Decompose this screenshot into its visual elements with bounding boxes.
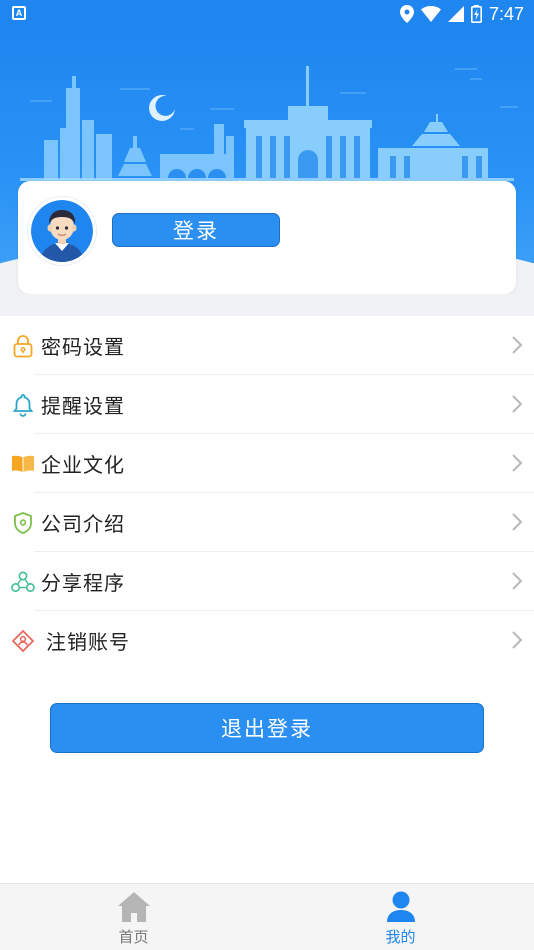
menu-item-password-settings[interactable]: 密码设置 (0, 316, 534, 375)
menu-item-label: 公司介绍 (41, 512, 125, 536)
user-icon (386, 891, 415, 922)
shield-icon (11, 511, 35, 535)
login-button[interactable]: 登录 (112, 213, 280, 247)
user-avatar-icon[interactable] (28, 197, 96, 265)
settings-menu: 密码设置 提醒设置 企业文化 公司介绍 分享程序 注销账号 (0, 316, 534, 670)
tab-label: 首页 (118, 928, 149, 946)
user-diamond-icon (11, 629, 35, 653)
section-separator (0, 294, 534, 316)
chevron-right-icon (512, 513, 523, 531)
status-bar: A 7:47 (0, 0, 534, 28)
bell-icon (11, 393, 35, 417)
menu-item-company-intro[interactable]: 公司介绍 (0, 493, 534, 552)
logout-button[interactable]: 退出登录 (50, 703, 484, 753)
status-icons: 7:47 (399, 3, 524, 25)
menu-item-label: 提醒设置 (41, 394, 125, 418)
tab-home[interactable]: 首页 (0, 884, 267, 950)
menu-item-label: 密码设置 (41, 335, 125, 359)
clock: 7:47 (488, 3, 524, 24)
menu-item-corporate-culture[interactable]: 企业文化 (0, 434, 534, 493)
profile-card: 登录 (18, 181, 516, 294)
menu-item-label: 企业文化 (41, 453, 125, 477)
share-icon (11, 570, 35, 594)
home-icon (117, 892, 150, 922)
chevron-right-icon (512, 572, 523, 590)
menu-item-delete-account[interactable]: 注销账号 (0, 611, 534, 670)
menu-item-share-app[interactable]: 分享程序 (0, 552, 534, 611)
chevron-right-icon (512, 631, 523, 649)
menu-item-label: 分享程序 (41, 571, 125, 595)
book-icon (11, 452, 35, 476)
chevron-right-icon (512, 395, 523, 413)
location-icon (399, 5, 414, 23)
bottom-tab-bar: 首页 我的 (0, 883, 534, 950)
wifi-icon (420, 6, 441, 22)
lock-icon (11, 334, 35, 358)
chevron-right-icon (512, 336, 523, 354)
tab-mine[interactable]: 我的 (267, 884, 534, 950)
menu-item-label: 注销账号 (46, 630, 130, 654)
chevron-right-icon (512, 454, 523, 472)
battery-icon (470, 5, 482, 23)
menu-item-reminder-settings[interactable]: 提醒设置 (0, 375, 534, 434)
signal-icon (447, 6, 464, 22)
tab-label: 我的 (385, 928, 416, 946)
a-letter-icon: A (12, 6, 26, 20)
